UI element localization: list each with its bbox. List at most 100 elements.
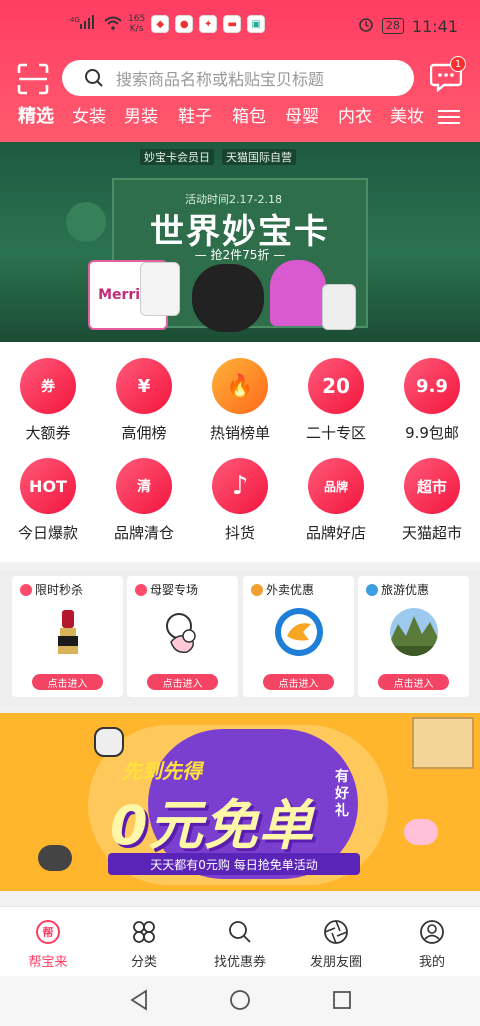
banner-top-labels: 妙宝卡会员日 天猫国际自营	[140, 148, 340, 166]
free-side-label: 有好礼	[335, 769, 349, 819]
grid-item-tmall-supermarket[interactable]: 超市 天猫超市	[387, 458, 477, 543]
app-notification-icon: ◆	[151, 15, 170, 33]
svg-text:帮: 帮	[43, 925, 54, 939]
mother-baby-image	[157, 606, 209, 658]
tab-beauty[interactable]: 美妆	[390, 104, 424, 130]
takeout-icon	[251, 583, 263, 596]
back-icon[interactable]	[128, 989, 150, 1015]
supermarket-icon: 超市	[404, 458, 460, 514]
grid-item-hot-sales[interactable]: 🔥 热销榜单	[195, 358, 285, 443]
twenty-icon: 20	[308, 358, 364, 414]
tab-underwear[interactable]: 内衣	[338, 104, 372, 130]
message-button[interactable]: 1	[429, 56, 466, 93]
user-icon	[419, 919, 445, 945]
nav-label: 分类	[130, 955, 157, 970]
nav-label: 发朋友圈	[309, 955, 362, 970]
promo-card-flash-sale[interactable]: 限时秒杀 点击进入	[12, 576, 123, 697]
enter-button[interactable]: 点击进入	[32, 674, 103, 690]
free-main-title: 0元免单	[110, 794, 314, 857]
home-icon[interactable]	[229, 989, 251, 1015]
tab-baby[interactable]: 母婴	[285, 104, 319, 130]
bottom-navigation: 帮 帮宝来 分类 找优惠券 发朋友圈 我的	[0, 906, 480, 976]
search-placeholder: 搜索商品名称或粘贴宝贝标题	[116, 70, 325, 89]
enter-button[interactable]: 点击进入	[147, 674, 218, 690]
travel-icon	[366, 583, 378, 596]
nav-find-coupon[interactable]: 找优惠券	[195, 919, 285, 970]
search-icon	[227, 919, 253, 945]
truck-icon: 清	[116, 458, 172, 514]
product-bottle-image	[322, 284, 356, 330]
nav-profile[interactable]: 我的	[387, 919, 477, 970]
banner-top-right: 天猫国际自营	[222, 149, 296, 165]
flame-icon: 🔥	[212, 358, 268, 414]
grid-item-high-commission[interactable]: ¥ 高佣榜	[99, 358, 189, 443]
promo-cards: 限时秒杀 点击进入 母婴专场 点击进入 外卖优惠 点击进入 旅游优惠 点击进入	[0, 570, 480, 706]
grid-item-label: 抖货	[224, 524, 255, 542]
clock-time: 11:41	[411, 16, 458, 36]
promo-banner[interactable]: 妙宝卡会员日 天猫国际自营 活动时间2.17-2.18 世界妙宝卡 — 抢2件7…	[0, 142, 480, 342]
grid-item-today-hot[interactable]: HOT 今日爆款	[3, 458, 93, 543]
clock-icon	[20, 583, 32, 596]
recents-icon[interactable]	[331, 989, 353, 1015]
travel-scenery-image	[388, 606, 440, 658]
nav-label: 帮宝来	[28, 955, 68, 970]
app-notification-icon: ▣	[247, 15, 266, 33]
music-note-icon: ♪	[212, 458, 268, 514]
grid-item-label: 热销榜单	[209, 424, 270, 442]
tab-bags[interactable]: 箱包	[232, 104, 266, 130]
grid-item-twenty-zone[interactable]: 20 二十专区	[291, 358, 381, 443]
promo-title: 外卖优惠	[266, 583, 315, 597]
grid-item-label: 品牌清仓	[113, 524, 174, 542]
scan-button[interactable]	[16, 62, 50, 96]
nav-label: 我的	[418, 955, 445, 970]
grid-item-free-shipping[interactable]: 9.9 9.9包邮	[387, 358, 477, 443]
free-bar-text: 天天都有0元购 每日抢免单活动	[108, 853, 360, 875]
balloon-image	[66, 202, 106, 242]
battery-level: 28	[381, 18, 404, 34]
cup-icon	[404, 819, 438, 845]
grid-item-brand-shops[interactable]: 品牌 品牌好店	[291, 458, 381, 543]
grid-item-label: 天猫超市	[401, 524, 462, 542]
promo-card-takeout[interactable]: 外卖优惠 点击进入	[243, 576, 354, 697]
nav-category[interactable]: 分类	[99, 919, 189, 970]
promo-title: 母婴专场	[150, 583, 199, 597]
gift-box-icon	[412, 717, 474, 769]
tab-women[interactable]: 女装	[72, 104, 106, 130]
wifi-icon	[104, 15, 122, 34]
mascot-image	[192, 264, 264, 332]
grid-item-douyin-goods[interactable]: ♪ 抖货	[195, 458, 285, 543]
grid-item-label: 品牌好店	[305, 524, 366, 542]
nav-home[interactable]: 帮 帮宝来	[3, 919, 93, 970]
free-order-banner[interactable]: 先到先得 0元免单 有好礼 天天都有0元购 每日抢免单活动	[0, 713, 480, 891]
promo-title: 旅游优惠	[381, 583, 430, 597]
lamp-icon	[38, 845, 72, 871]
hot-icon: HOT	[20, 458, 76, 514]
banner-top-left: 妙宝卡会员日	[140, 149, 214, 165]
grid-item-label: 大额券	[25, 424, 71, 442]
app-notification-icon: ●	[175, 15, 194, 33]
product-box-image	[140, 262, 180, 316]
nav-moments[interactable]: 发朋友圈	[291, 919, 381, 970]
nav-label: 找优惠券	[213, 955, 266, 970]
enter-button[interactable]: 点击进入	[263, 674, 334, 690]
brand-tag-icon: 品牌	[308, 458, 364, 514]
money-bag-icon: ¥	[116, 358, 172, 414]
coupon-icon: 券	[20, 358, 76, 414]
search-input[interactable]: 搜索商品名称或粘贴宝贝标题	[62, 60, 414, 96]
grid-item-label: 高佣榜	[121, 424, 167, 442]
grid-item-label: 9.9包邮	[405, 424, 459, 442]
tab-shoes[interactable]: 鞋子	[178, 104, 212, 130]
app-notification-icon: ▬	[223, 15, 242, 33]
enter-button[interactable]: 点击进入	[378, 674, 449, 690]
product-can-image	[270, 260, 326, 326]
app-header: 4G 165 K/s ◆ ● ✦ ▬ ▣ 28 11:41 搜索商品名称或粘贴宝…	[0, 0, 480, 142]
grid-item-big-coupon[interactable]: 券 大额券	[3, 358, 93, 443]
menu-icon[interactable]	[438, 106, 460, 128]
grid-item-label: 二十专区	[305, 424, 366, 442]
promo-card-travel[interactable]: 旅游优惠 点击进入	[358, 576, 469, 697]
promo-card-mother-baby[interactable]: 母婴专场 点击进入	[127, 576, 238, 697]
tab-men[interactable]: 男装	[124, 104, 158, 130]
tab-featured[interactable]: 精选	[18, 104, 54, 130]
heart-icon	[135, 583, 147, 596]
grid-item-clearance[interactable]: 清 品牌清仓	[99, 458, 189, 543]
